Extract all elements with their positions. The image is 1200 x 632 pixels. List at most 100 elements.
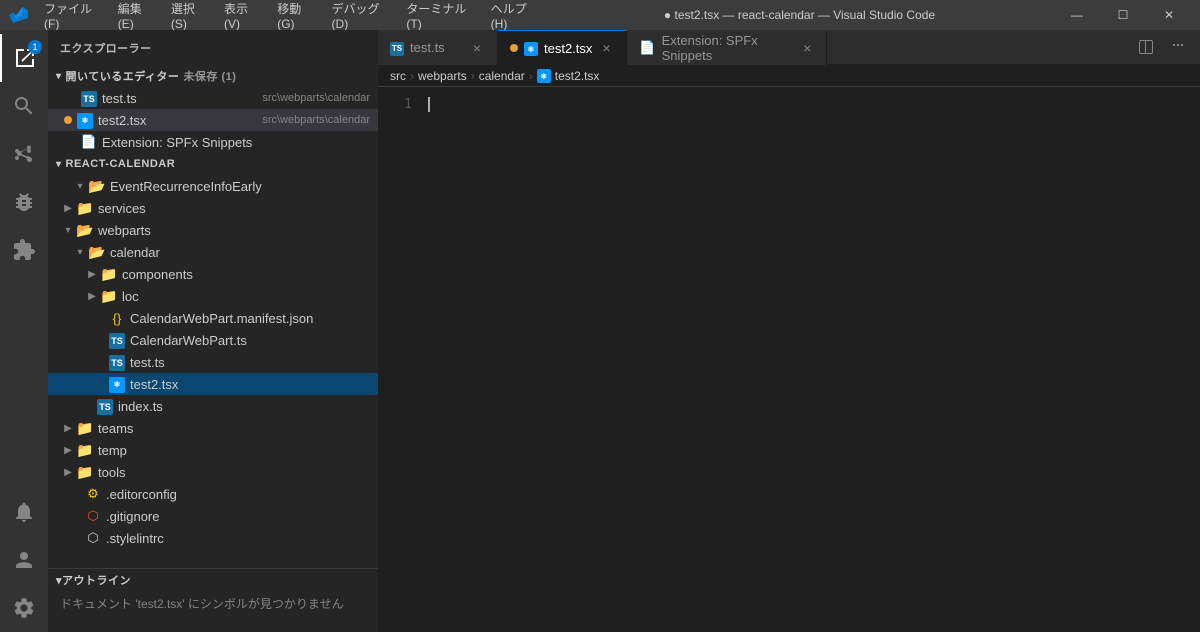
tree-item-teams[interactable]: ▶ 📁 teams bbox=[48, 417, 378, 439]
tree-item-editorconfig[interactable]: ⚙ .editorconfig bbox=[48, 483, 378, 505]
tsx-icon: ⚛ bbox=[76, 111, 94, 129]
tree-item-tools[interactable]: ▶ 📁 tools bbox=[48, 461, 378, 483]
activity-explorer[interactable]: 1 bbox=[0, 34, 48, 82]
menu-select[interactable]: 選択(S) bbox=[163, 0, 214, 33]
menu-debug[interactable]: デバッグ(D) bbox=[324, 0, 397, 33]
tab-close-button[interactable]: × bbox=[800, 40, 814, 56]
code-editor[interactable]: 1 bbox=[378, 87, 1200, 632]
generic-icon: 📄 bbox=[80, 134, 98, 150]
menu-bar: ファイル(F) 編集(E) 選択(S) 表示(V) 移動(G) デバッグ(D) … bbox=[36, 0, 545, 33]
file-name: .gitignore bbox=[106, 509, 378, 524]
file-name: test2.tsx bbox=[98, 113, 262, 128]
sidebar: エクスプローラー ▾ 開いているエディター 未保存 (1) TS test.ts… bbox=[48, 30, 378, 632]
folder-closed-icon: 📁 bbox=[76, 442, 94, 459]
close-button[interactable]: ✕ bbox=[1146, 0, 1192, 30]
breadcrumb-webparts[interactable]: webparts bbox=[418, 69, 467, 83]
tree-item-stylelintrc[interactable]: ⬡ .stylelintrc bbox=[48, 527, 378, 549]
folder-arrow: ▾ bbox=[72, 181, 88, 192]
window-title: ● test2.tsx — react-calendar — Visual St… bbox=[545, 8, 1054, 22]
tree-item-calendarwebpart-ts[interactable]: TS CalendarWebPart.ts bbox=[48, 329, 378, 351]
tab-actions bbox=[1132, 30, 1200, 64]
activity-search[interactable] bbox=[0, 82, 48, 130]
file-name: test.ts bbox=[102, 91, 262, 106]
folder-name: calendar bbox=[110, 245, 378, 260]
titlebar: ファイル(F) 編集(E) 選択(S) 表示(V) 移動(G) デバッグ(D) … bbox=[0, 0, 1200, 30]
badge: 1 bbox=[28, 40, 42, 54]
tab-label: test.ts bbox=[410, 40, 445, 55]
menu-help[interactable]: ヘルプ(H) bbox=[483, 0, 545, 33]
menu-terminal[interactable]: ターミナル(T) bbox=[398, 0, 480, 33]
tree-item-temp[interactable]: ▶ 📁 temp bbox=[48, 439, 378, 461]
modified-dot bbox=[64, 116, 72, 124]
outline-header[interactable]: ▾ アウトライン bbox=[48, 569, 378, 591]
open-editor-test2-tsx[interactable]: ⚛ test2.tsx src\webparts\calendar bbox=[48, 109, 378, 131]
tree-item-services[interactable]: ▶ 📁 services bbox=[48, 197, 378, 219]
more-actions-button[interactable] bbox=[1164, 33, 1192, 61]
activity-account[interactable] bbox=[0, 536, 48, 584]
tree-item-manifest[interactable]: {} CalendarWebPart.manifest.json bbox=[48, 307, 378, 329]
folder-arrow: ▶ bbox=[60, 203, 76, 214]
project-arrow: ▾ bbox=[56, 159, 62, 170]
project-label: REACT-CALENDAR bbox=[66, 158, 176, 170]
minimize-button[interactable]: — bbox=[1054, 0, 1100, 30]
tab-test2-tsx[interactable]: ⚛ test2.tsx × bbox=[498, 30, 627, 65]
tree-item-test2-tsx[interactable]: ⚛ test2.tsx bbox=[48, 373, 378, 395]
breadcrumb: src › webparts › calendar › ⚛ test2.tsx bbox=[378, 65, 1200, 87]
file-path: src\webparts\calendar bbox=[262, 114, 370, 126]
app-logo bbox=[8, 5, 28, 25]
tab-label: Extension: SPFx Snippets bbox=[662, 33, 795, 63]
tabs-bar: TS test.ts × ⚛ test2.tsx × 📄 Extension: … bbox=[378, 30, 1200, 65]
code-content[interactable] bbox=[428, 95, 1200, 624]
file-name: .editorconfig bbox=[106, 487, 378, 502]
menu-edit[interactable]: 編集(E) bbox=[110, 0, 161, 33]
tab-test-ts[interactable]: TS test.ts × bbox=[378, 30, 498, 65]
folder-arrow: ▾ bbox=[60, 225, 76, 236]
tree-item-calendar[interactable]: ▾ 📂 calendar bbox=[48, 241, 378, 263]
folder-closed-icon: 📁 bbox=[76, 464, 94, 481]
tab-extension[interactable]: 📄 Extension: SPFx Snippets × bbox=[627, 30, 827, 65]
outline-panel: ▾ アウトライン ドキュメント 'test2.tsx' にシンボルが見つかりませ… bbox=[48, 568, 378, 632]
tree-item-loc[interactable]: ▶ 📁 loc bbox=[48, 285, 378, 307]
file-name: .stylelintrc bbox=[106, 531, 378, 546]
file-name: CalendarWebPart.manifest.json bbox=[130, 311, 378, 326]
breadcrumb-calendar[interactable]: calendar bbox=[479, 69, 525, 83]
folder-arrow: ▶ bbox=[60, 423, 76, 434]
activity-extensions[interactable] bbox=[0, 226, 48, 274]
activity-notifications[interactable] bbox=[0, 488, 48, 536]
folder-name: temp bbox=[98, 443, 378, 458]
breadcrumb-file[interactable]: test2.tsx bbox=[555, 69, 600, 83]
open-editor-test-ts[interactable]: TS test.ts src\webparts\calendar bbox=[48, 87, 378, 109]
ts-icon: TS bbox=[108, 332, 126, 349]
tree-item-index-ts[interactable]: TS index.ts bbox=[48, 395, 378, 417]
split-editor-button[interactable] bbox=[1132, 33, 1160, 61]
tree-item-test-ts[interactable]: TS test.ts bbox=[48, 351, 378, 373]
folder-closed-icon: 📁 bbox=[100, 288, 118, 305]
open-editor-extension[interactable]: 📄 Extension: SPFx Snippets bbox=[48, 131, 378, 153]
maximize-button[interactable]: ☐ bbox=[1100, 0, 1146, 30]
menu-view[interactable]: 表示(V) bbox=[216, 0, 267, 33]
tsx-breadcrumb-icon: ⚛ bbox=[537, 68, 551, 84]
tree-item-components[interactable]: ▶ 📁 components bbox=[48, 263, 378, 285]
activity-settings[interactable] bbox=[0, 584, 48, 632]
tree-item-gitignore[interactable]: ⬡ .gitignore bbox=[48, 505, 378, 527]
activity-source-control[interactable] bbox=[0, 130, 48, 178]
open-editors-badge: 未保存 (1) bbox=[183, 68, 236, 84]
activity-debug[interactable] bbox=[0, 178, 48, 226]
gitignore-icon: ⬡ bbox=[84, 508, 102, 524]
folder-arrow: ▶ bbox=[60, 445, 76, 456]
tree-item-eventrecurrence[interactable]: ▾ 📂 EventRecurrenceInfoEarly bbox=[48, 175, 378, 197]
breadcrumb-src[interactable]: src bbox=[390, 69, 406, 83]
folder-name: loc bbox=[122, 289, 378, 304]
project-section[interactable]: ▾ REACT-CALENDAR bbox=[48, 153, 378, 175]
tab-close-button[interactable]: × bbox=[598, 40, 614, 56]
folder-closed-icon: 📁 bbox=[100, 266, 118, 283]
menu-file[interactable]: ファイル(F) bbox=[36, 0, 108, 33]
tab-close-button[interactable]: × bbox=[469, 40, 485, 56]
ext-tab-icon: 📄 bbox=[639, 40, 655, 56]
breadcrumb-sep: › bbox=[410, 69, 414, 83]
line-number-1: 1 bbox=[378, 95, 412, 114]
open-editors-section[interactable]: ▾ 開いているエディター 未保存 (1) bbox=[48, 65, 378, 87]
tree-item-webparts[interactable]: ▾ 📂 webparts bbox=[48, 219, 378, 241]
file-name: index.ts bbox=[118, 399, 378, 414]
menu-go[interactable]: 移動(G) bbox=[269, 0, 321, 33]
